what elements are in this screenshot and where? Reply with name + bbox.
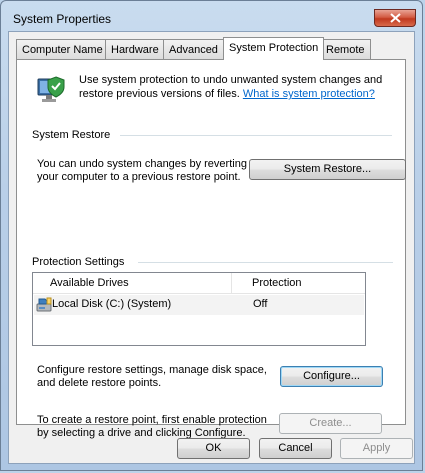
drive-icon [36, 297, 52, 312]
system-restore-heading: System Restore [32, 129, 111, 141]
apply-button[interactable]: Apply [340, 438, 413, 459]
tab-system-protection[interactable]: System Protection [223, 37, 325, 60]
system-restore-button[interactable]: System Restore... [249, 159, 406, 180]
tab-computer-name[interactable]: Computer Name [16, 39, 109, 59]
system-protection-panel: Use system protection to undo unwanted s… [16, 59, 406, 439]
dialog-client-area: Computer Name Hardware Advanced System P… [8, 31, 415, 464]
what-is-system-protection-link[interactable]: What is system protection? [243, 88, 375, 100]
title-bar[interactable]: System Properties [1, 1, 422, 33]
system-restore-separator [120, 135, 392, 136]
computer-shield-icon [37, 76, 65, 102]
create-button[interactable]: Create... [279, 413, 382, 434]
system-properties-window: System Properties Computer Name Hardware… [0, 0, 423, 471]
tab-advanced[interactable]: Advanced [163, 39, 224, 59]
intro-text: Use system protection to undo unwanted s… [79, 73, 399, 101]
protection-settings-heading: Protection Settings [32, 256, 125, 268]
column-protection[interactable]: Protection [252, 277, 302, 289]
drive-protection-status: Off [253, 298, 268, 310]
create-description-1: To create a restore point, first enable … [37, 414, 267, 426]
tab-remote[interactable]: Remote [320, 39, 371, 59]
configure-description-1: Configure restore settings, manage disk … [37, 364, 267, 376]
system-restore-description-1: You can undo system changes by reverting [37, 158, 247, 170]
drives-list-header: Available Drives Protection [33, 273, 365, 294]
cancel-button[interactable]: Cancel [259, 438, 332, 459]
system-restore-description-2: your computer to a previous restore poin… [37, 171, 241, 183]
ok-button[interactable]: OK [177, 438, 250, 459]
drive-name: Local Disk (C:) (System) [52, 298, 172, 310]
column-divider [231, 273, 232, 293]
window-title: System Properties [13, 12, 112, 26]
drives-list[interactable]: Available Drives Protection Local Disk (… [32, 272, 366, 346]
configure-button[interactable]: Configure... [280, 366, 383, 387]
table-row[interactable]: Local Disk (C:) (System) Off [34, 295, 364, 315]
configure-description-2: and delete restore points. [37, 377, 162, 389]
column-available-drives[interactable]: Available Drives [50, 277, 129, 289]
close-icon [389, 13, 401, 23]
close-button[interactable] [374, 9, 416, 27]
tab-hardware[interactable]: Hardware [105, 39, 165, 59]
protection-settings-separator [138, 262, 393, 263]
